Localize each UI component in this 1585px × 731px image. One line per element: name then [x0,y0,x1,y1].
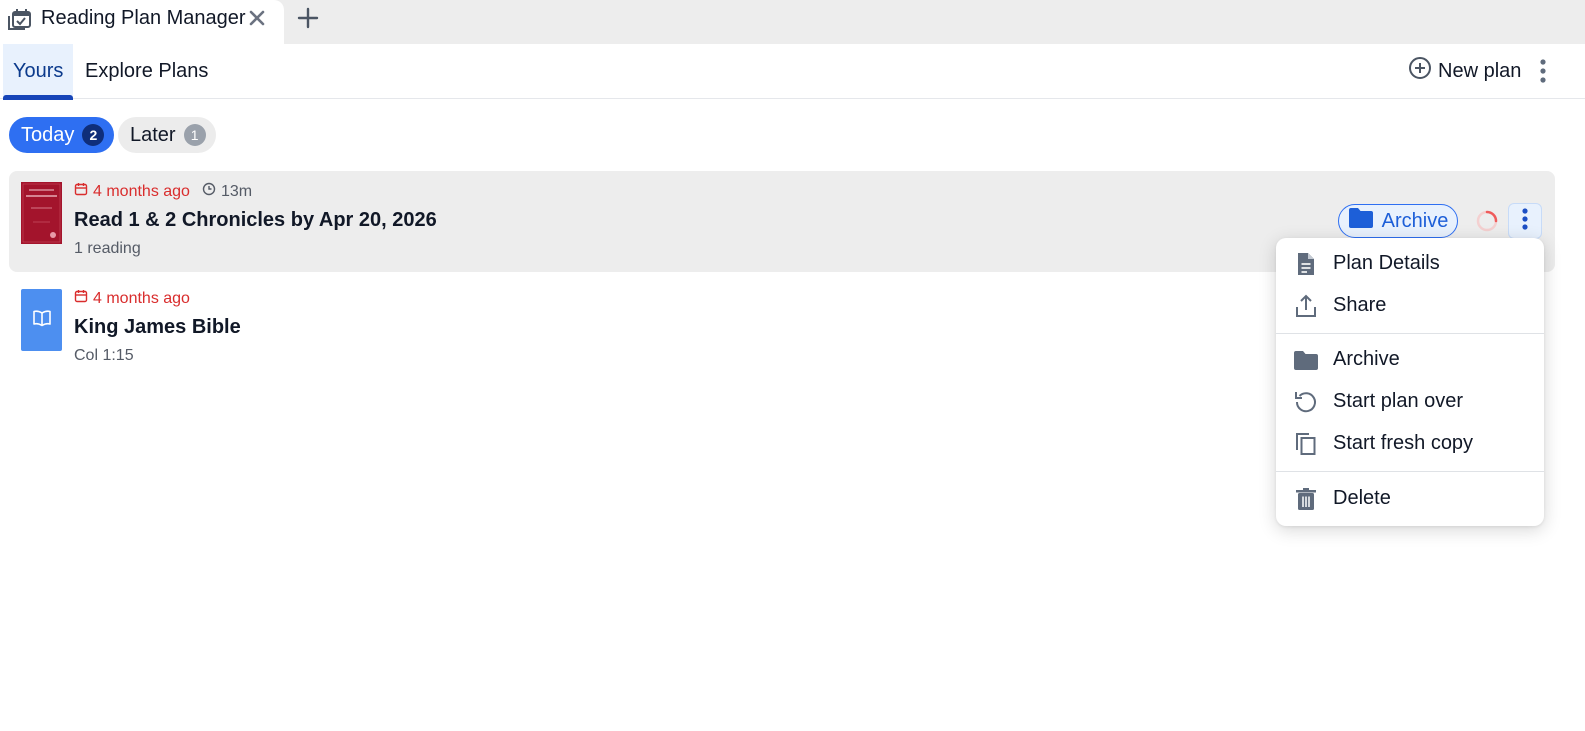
plan-more-button[interactable] [1508,203,1542,239]
loading-spinner-icon [1475,209,1499,233]
plan-context-menu: Plan Details Share Archive Start plan ov… [1276,238,1544,526]
book-cover [21,289,62,351]
chronicles-cover [21,182,62,244]
calendar-icon [74,289,88,308]
menu-item-label: Start plan over [1333,390,1464,412]
calendar-stack-icon [6,6,32,30]
more-vertical-icon [1520,206,1530,237]
plan-meta: 4 months ago [74,289,190,308]
calendar-icon [74,182,88,201]
tab-explore-plans[interactable]: Explore Plans [75,44,218,99]
trash-icon [1293,486,1319,512]
menu-item-label: Delete [1333,487,1391,509]
menu-item-label: Share [1333,294,1387,316]
tab-reading-plan-manager[interactable]: Reading Plan Manager [0,0,284,46]
top-nav: Yours Explore Plans New plan [0,44,1585,100]
menu-item-label: Plan Details [1333,252,1440,274]
duration: 13m [202,182,252,201]
plan-title: Read 1 & 2 Chronicles by Apr 20, 2026 [74,209,437,231]
menu-item-share[interactable]: Share [1276,286,1544,326]
chip-label: Later [130,123,176,146]
menu-item-label: Start fresh copy [1333,432,1474,454]
close-icon[interactable] [246,7,268,29]
menu-item-plan-details[interactable]: Plan Details [1276,244,1544,284]
copy-icon [1293,431,1319,457]
due-date: 4 months ago [74,182,190,201]
new-plan-button[interactable]: New plan [1408,56,1521,86]
due-date-text: 4 months ago [93,182,190,200]
menu-divider [1276,333,1544,334]
tab-strip: Reading Plan Manager [0,0,1585,46]
tab-title: Reading Plan Manager [41,7,246,29]
folder-icon [1348,207,1374,235]
chip-count-badge: 1 [183,124,206,146]
clock-icon [202,182,216,201]
filter-chip-later[interactable]: Later 1 [118,117,216,153]
folder-icon [1293,347,1319,373]
archive-button[interactable]: Archive [1338,204,1458,238]
duration-text: 13m [220,182,253,200]
plan-title: King James Bible [74,316,241,338]
open-book-icon [32,309,52,332]
menu-item-start-plan-over[interactable]: Start plan over [1276,382,1544,422]
plus-circle-icon [1408,56,1432,86]
plan-subtitle: Col 1:15 [74,347,134,364]
plan-meta: 4 months ago 13m [74,182,252,201]
chip-count-badge: 2 [82,124,105,146]
new-plan-label: New plan [1438,59,1522,82]
tab-yours[interactable]: Yours [3,44,74,100]
menu-divider [1276,471,1544,472]
menu-item-archive[interactable]: Archive [1276,340,1544,380]
archive-label: Archive [1381,209,1449,232]
menu-item-label: Archive [1333,348,1400,370]
menu-item-delete[interactable]: Delete [1276,479,1544,519]
filter-chip-today[interactable]: Today 2 [9,117,115,153]
menu-item-start-fresh-copy[interactable]: Start fresh copy [1276,424,1544,464]
document-icon [1293,251,1319,277]
share-icon [1293,293,1319,319]
chip-label: Today [21,123,75,146]
restart-icon [1293,389,1319,415]
due-date-text: 4 months ago [93,289,190,307]
new-tab-plus-icon[interactable] [296,6,320,30]
plan-subtitle: 1 reading [74,240,141,257]
more-vertical-icon[interactable] [1532,56,1554,86]
due-date: 4 months ago [74,289,190,308]
